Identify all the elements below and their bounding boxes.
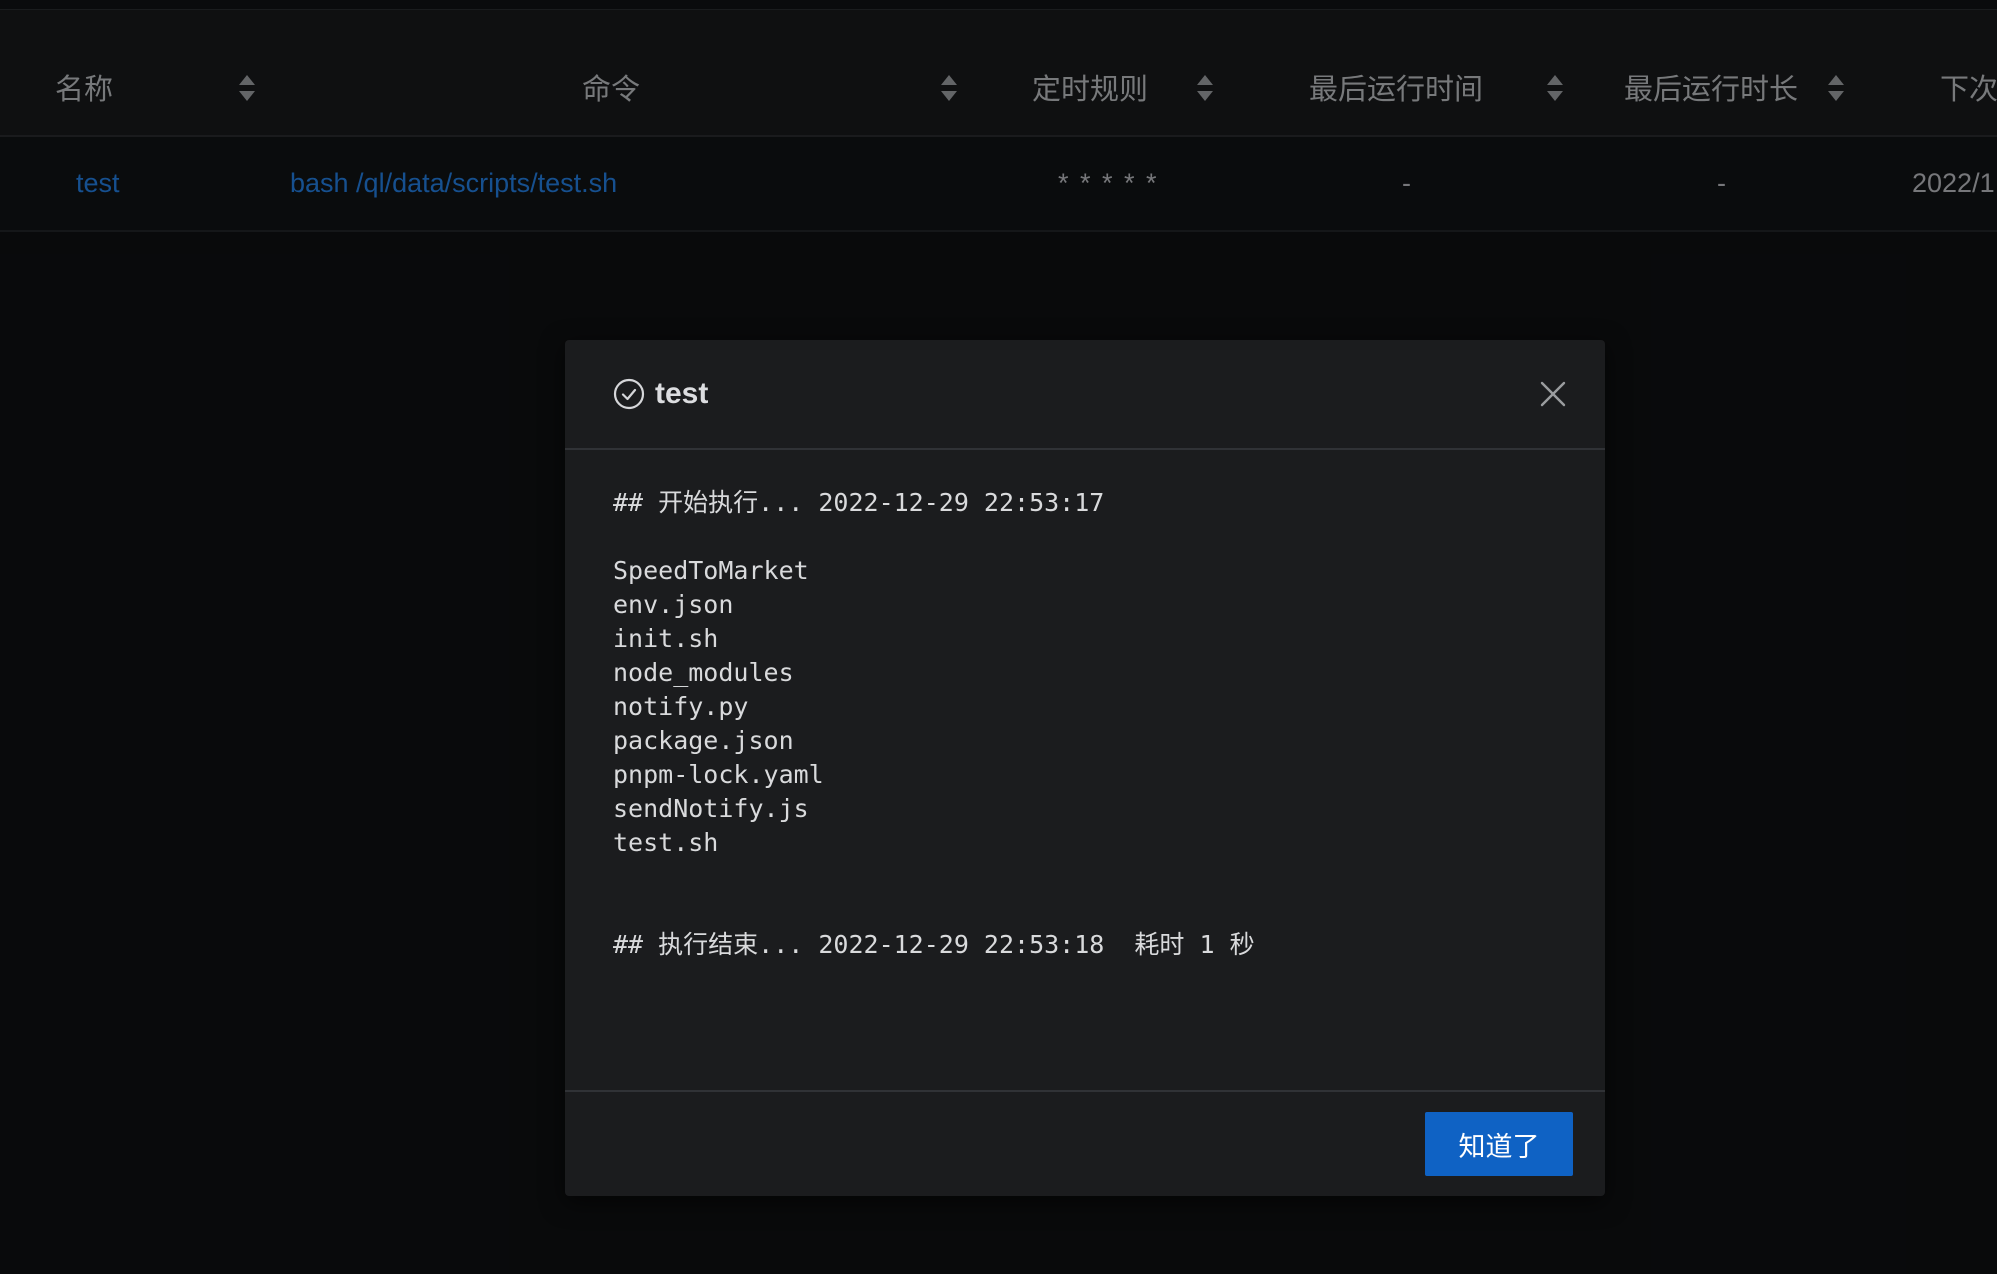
modal-footer: 知道了	[565, 1090, 1605, 1198]
ok-button[interactable]: 知道了	[1425, 1112, 1573, 1176]
log-output: ## 开始执行... 2022-12-29 22:53:17 SpeedToMa…	[613, 488, 1255, 959]
modal-body: ## 开始执行... 2022-12-29 22:53:17 SpeedToMa…	[613, 486, 1563, 966]
modal-header: test	[565, 340, 1605, 450]
log-modal: test ## 开始执行... 2022-12-29 22:53:17 Spee…	[565, 340, 1605, 1196]
close-icon[interactable]	[1538, 379, 1568, 409]
check-circle-icon	[613, 378, 645, 410]
modal-title: test	[655, 377, 709, 410]
